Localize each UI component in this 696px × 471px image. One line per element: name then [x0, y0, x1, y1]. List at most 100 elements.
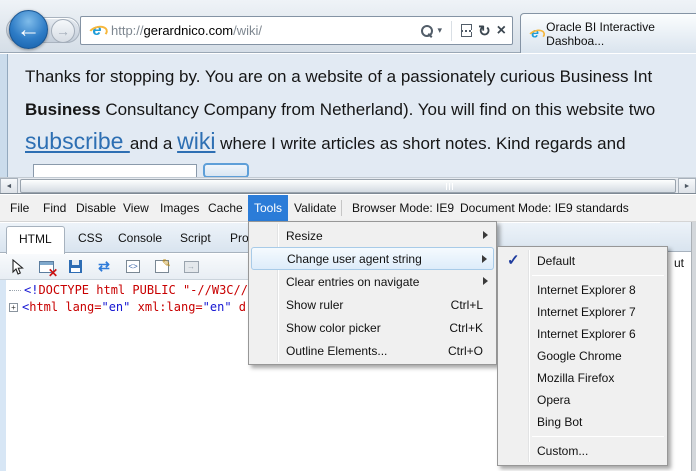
- expand-node-icon[interactable]: +: [9, 303, 18, 312]
- submenu-separator: [532, 275, 664, 276]
- save-icon[interactable]: [66, 258, 84, 276]
- submenu-separator: [532, 436, 664, 437]
- user-agent-submenu: ✓ Default Internet Explorer 8 Internet E…: [497, 246, 668, 466]
- menu-item-label: Resize: [286, 229, 323, 243]
- submenu-item-label: Bing Bot: [537, 415, 582, 429]
- code-token: d: [232, 300, 246, 314]
- menubar-item-cache[interactable]: Cache: [208, 195, 243, 221]
- submenu-item-mozilla-firefox[interactable]: Mozilla Firefox: [498, 367, 667, 389]
- menubar-separator: [341, 200, 342, 216]
- submenu-item-label: Custom...: [537, 444, 588, 458]
- edit-icon[interactable]: [153, 258, 171, 276]
- scroll-left-button[interactable]: ◄: [0, 178, 18, 194]
- address-bar[interactable]: e http://gerardnico.com/wiki/ ▾ ↻ ×: [80, 16, 513, 45]
- submenu-item-opera[interactable]: Opera: [498, 389, 667, 411]
- devtools-menubar: File Find Disable View Images Cache Tool…: [0, 195, 696, 222]
- submenu-item-internet-explorer-6[interactable]: Internet Explorer 6: [498, 323, 667, 345]
- forward-icon: →: [56, 23, 70, 39]
- code-token: "en": [101, 300, 130, 314]
- tab-console[interactable]: Console: [118, 231, 162, 245]
- submenu-item-label: Internet Explorer 7: [537, 305, 636, 319]
- view-source-icon[interactable]: <>: [124, 258, 142, 276]
- menu-shortcut: Ctrl+O: [448, 344, 483, 358]
- line-2-rest: Consultancy Company from Netherland). Yo…: [101, 100, 656, 119]
- tab-css[interactable]: CSS: [78, 231, 103, 245]
- menu-item-change-user-agent-string[interactable]: Change user agent string: [251, 247, 494, 270]
- url-protocol: http://: [111, 23, 144, 38]
- page-search-input[interactable]: [33, 164, 197, 177]
- menu-item-label: Show color picker: [286, 321, 381, 335]
- submenu-item-label: Default: [537, 254, 575, 268]
- floppy-glyph: [69, 260, 82, 273]
- submenu-item-bing-bot[interactable]: Bing Bot: [498, 411, 667, 433]
- wiki-link[interactable]: wiki: [177, 128, 215, 154]
- line-3-rest: where I write articles as short notes. K…: [215, 134, 625, 153]
- scrollbar-grip: [446, 183, 453, 190]
- browser-chrome: ← → e http://gerardnico.com/wiki/ ▾ ↻ × …: [0, 0, 696, 53]
- menu-item-label: Outline Elements...: [286, 344, 387, 358]
- code-line-html: +<html lang="en" xml:lang="en" d: [9, 300, 246, 314]
- submenu-item-default[interactable]: ✓ Default: [498, 250, 667, 272]
- scroll-right-button[interactable]: ►: [678, 178, 696, 194]
- subscribe-link[interactable]: subscribe: [25, 128, 130, 154]
- tools-dropdown-menu: Resize Change user agent string Clear en…: [248, 221, 497, 365]
- tab-title: Oracle BI Interactive Dashboa...: [546, 20, 696, 48]
- menu-item-show-ruler[interactable]: Show ruler Ctrl+L: [249, 293, 496, 316]
- forward-button[interactable]: →: [51, 19, 75, 43]
- menu-shortcut: Ctrl+K: [449, 321, 483, 335]
- submenu-item-google-chrome[interactable]: Google Chrome: [498, 345, 667, 367]
- code-token: <!: [24, 283, 38, 297]
- url-path: /wiki/: [233, 23, 262, 38]
- refresh-dom-icon[interactable]: ⇄: [95, 258, 113, 276]
- horizontal-scrollbar[interactable]: ◄ ►: [0, 177, 696, 193]
- menubar-item-images[interactable]: Images: [160, 195, 199, 221]
- red-x-glyph: ✕: [48, 266, 58, 280]
- checkmark-icon: ✓: [507, 251, 520, 269]
- menu-item-label: Clear entries on navigate: [286, 275, 419, 289]
- compatibility-view-icon[interactable]: [461, 24, 472, 37]
- select-element-icon[interactable]: [8, 258, 26, 276]
- document-mode-menu[interactable]: Document Mode: IE9 standards: [460, 195, 629, 221]
- submenu-item-label: Internet Explorer 8: [537, 283, 636, 297]
- ie-site-icon: e: [88, 22, 106, 40]
- page-search-button[interactable]: [203, 163, 249, 177]
- code-line-doctype: <!DOCTYPE html PUBLIC "-//W3C//: [9, 283, 248, 297]
- browser-mode-menu[interactable]: Browser Mode: IE9: [352, 195, 454, 221]
- ie9-window: ← → e http://gerardnico.com/wiki/ ▾ ↻ × …: [0, 0, 696, 471]
- scroll-left-icon: ◄: [6, 183, 13, 190]
- address-bar-divider: [451, 21, 452, 41]
- menu-item-clear-entries-on-navigate[interactable]: Clear entries on navigate: [249, 270, 496, 293]
- gray-arrow-glyph: →: [184, 261, 199, 273]
- tab-html[interactable]: HTML: [6, 226, 65, 254]
- menu-item-label: Change user agent string: [287, 252, 422, 266]
- tab-script[interactable]: Script: [180, 231, 211, 245]
- bold-business-text: Business: [25, 100, 101, 119]
- submenu-arrow-icon: [482, 255, 487, 263]
- menubar-item-validate[interactable]: Validate: [294, 195, 336, 221]
- clear-browser-cache-icon[interactable]: ✕: [37, 258, 55, 276]
- submenu-item-custom[interactable]: Custom...: [498, 440, 667, 462]
- menubar-item-view[interactable]: View: [123, 195, 149, 221]
- submenu-item-label: Internet Explorer 6: [537, 327, 636, 341]
- submenu-item-label: Google Chrome: [537, 349, 622, 363]
- element-source-disabled-icon: →: [182, 258, 200, 276]
- menubar-item-tools[interactable]: Tools: [248, 195, 288, 221]
- refresh-icon[interactable]: ↻: [478, 22, 491, 40]
- code-gutter: [0, 280, 6, 471]
- submenu-item-internet-explorer-7[interactable]: Internet Explorer 7: [498, 301, 667, 323]
- line-3-mid: and a: [130, 134, 177, 153]
- menubar-item-find[interactable]: Find: [43, 195, 66, 221]
- menubar-item-file[interactable]: File: [10, 195, 29, 221]
- submenu-item-internet-explorer-8[interactable]: Internet Explorer 8: [498, 279, 667, 301]
- submenu-item-label: Opera: [537, 393, 570, 407]
- stop-icon[interactable]: ×: [497, 24, 506, 38]
- search-icon[interactable]: [421, 25, 432, 36]
- scrollbar-thumb[interactable]: [20, 179, 676, 193]
- browser-tab[interactable]: e Oracle BI Interactive Dashboa...: [520, 13, 696, 53]
- menu-item-resize[interactable]: Resize: [249, 224, 496, 247]
- menu-item-outline-elements[interactable]: Outline Elements... Ctrl+O: [249, 339, 496, 362]
- back-button[interactable]: ←: [9, 10, 48, 49]
- menubar-item-disable[interactable]: Disable: [76, 195, 116, 221]
- search-dropdown-caret-icon[interactable]: ▾: [438, 25, 443, 36]
- menu-item-show-color-picker[interactable]: Show color picker Ctrl+K: [249, 316, 496, 339]
